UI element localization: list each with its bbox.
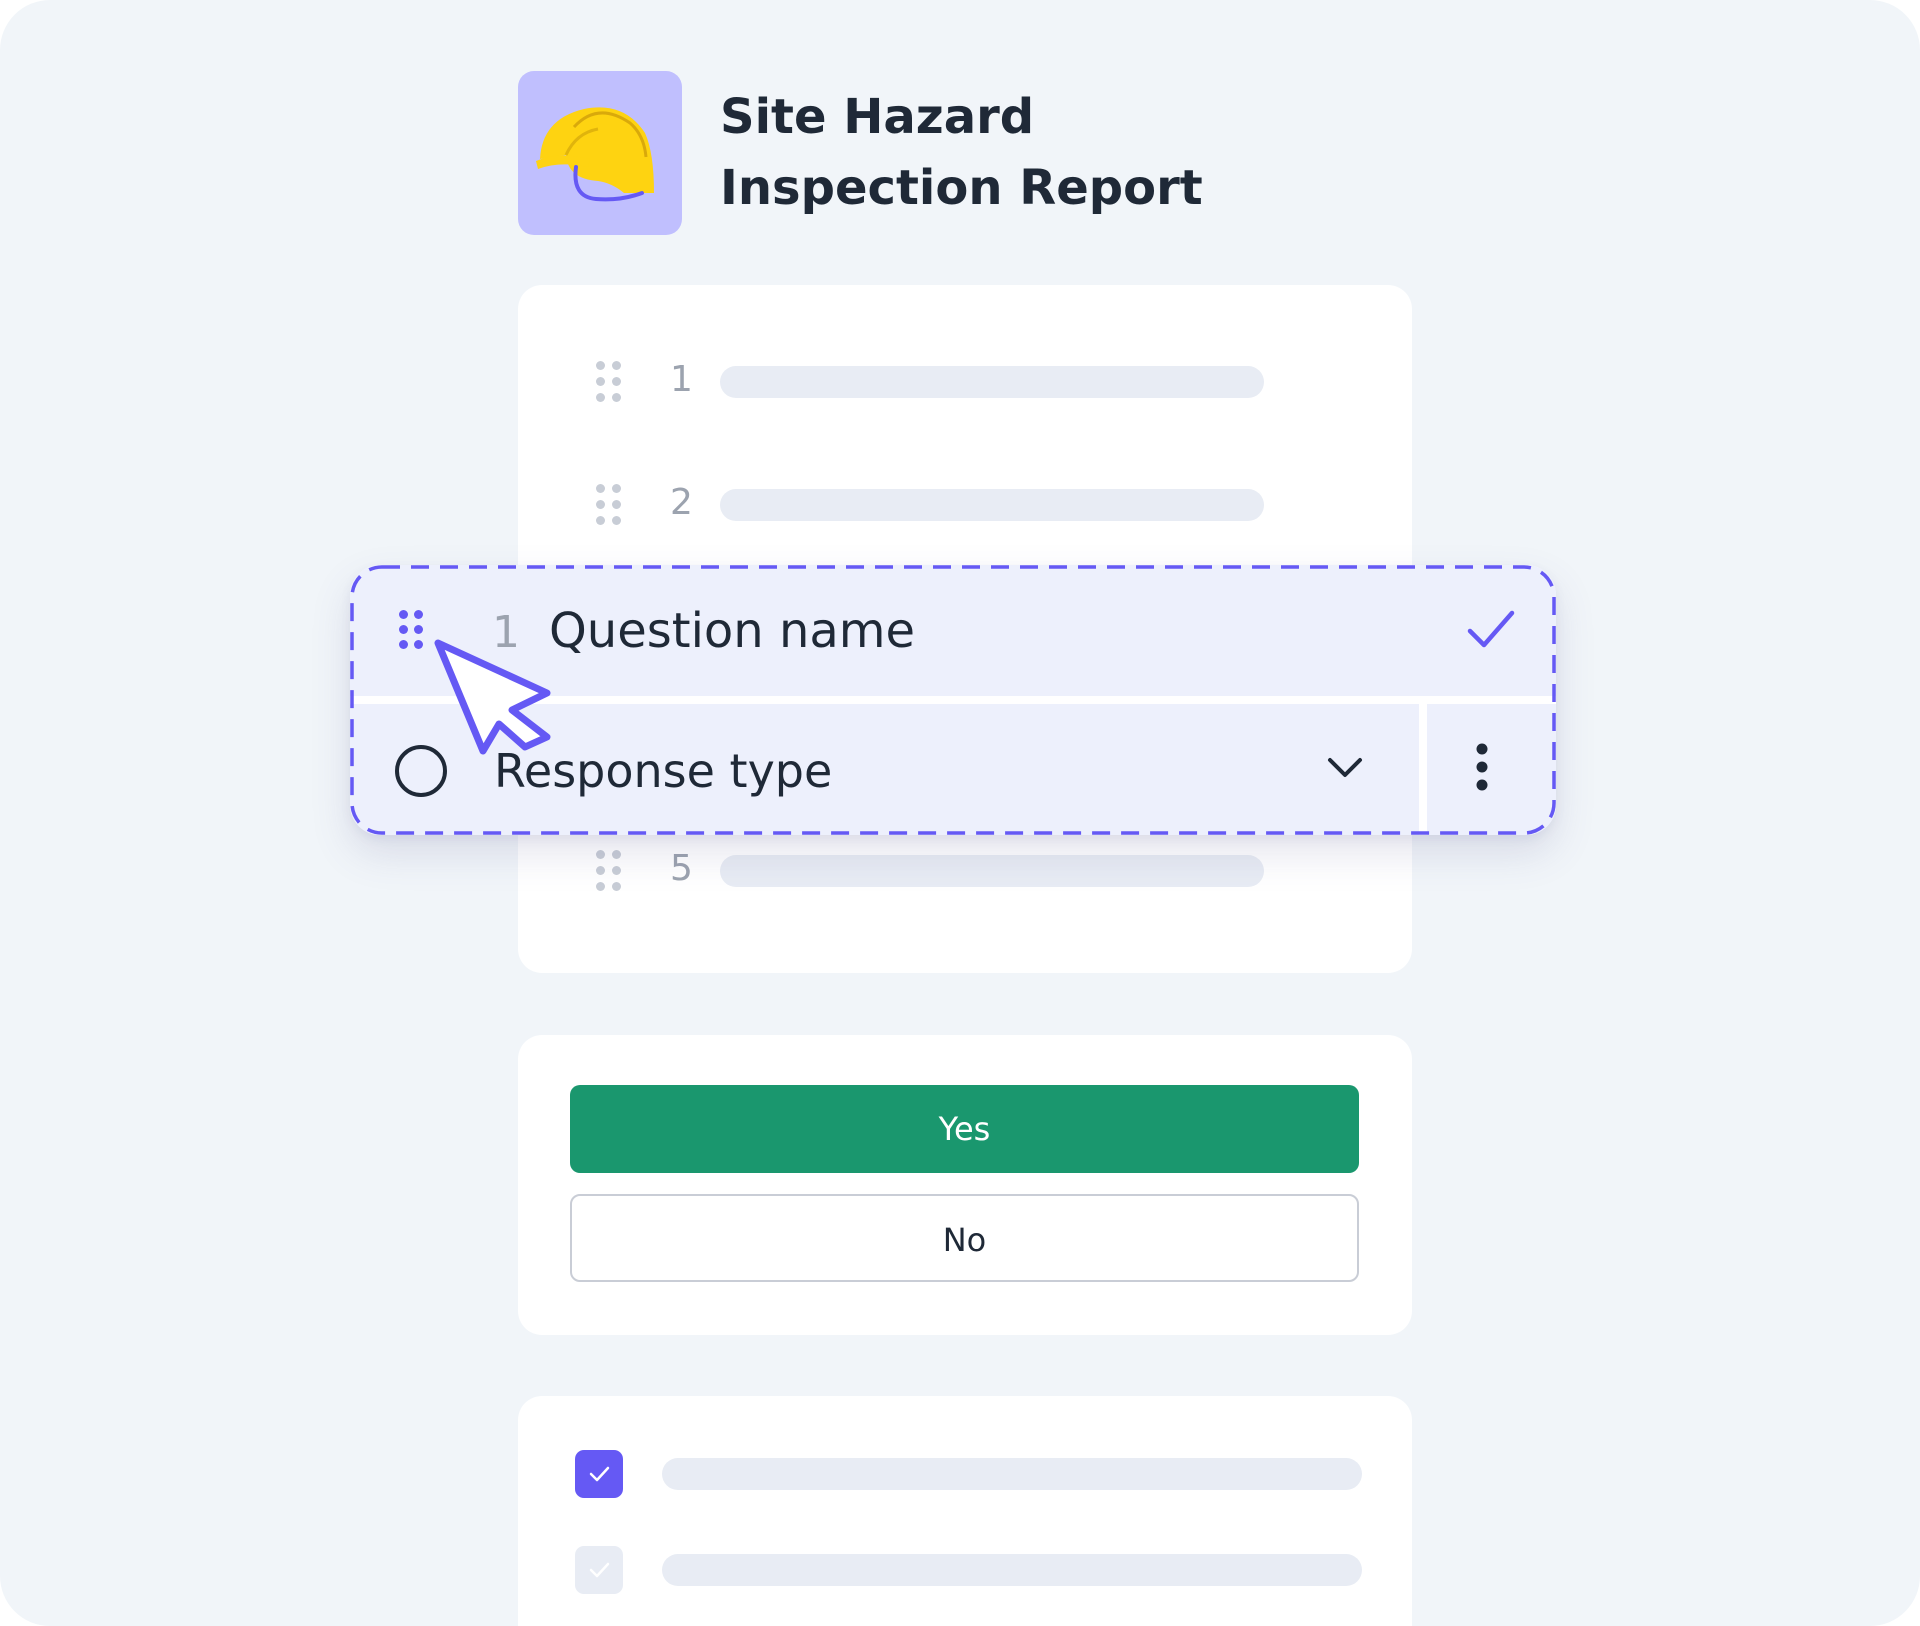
page-canvas: Site Hazard Inspection Report 1 2 5 Yes … bbox=[0, 0, 1920, 1626]
question-placeholder-bar bbox=[720, 855, 1264, 887]
drag-handle-icon[interactable] bbox=[596, 361, 624, 403]
drag-handle-icon[interactable] bbox=[596, 484, 624, 526]
yes-button[interactable]: Yes bbox=[570, 1085, 1359, 1173]
checklist-placeholder-bar bbox=[662, 1554, 1362, 1586]
drag-handle-icon[interactable] bbox=[399, 610, 425, 650]
more-options-cell[interactable] bbox=[1427, 704, 1556, 835]
more-options-icon[interactable] bbox=[1475, 741, 1489, 797]
hard-hat-icon bbox=[536, 107, 654, 202]
checklist-placeholder-bar bbox=[662, 1458, 1362, 1490]
question-number: 5 bbox=[670, 848, 693, 889]
checkmark-icon bbox=[589, 1466, 610, 1482]
question-row[interactable]: 2 bbox=[518, 474, 1412, 534]
question-number: 1 bbox=[670, 359, 693, 400]
question-row[interactable]: 1 bbox=[518, 351, 1412, 411]
question-placeholder-bar bbox=[720, 489, 1264, 521]
question-name-input[interactable]: Question name bbox=[549, 601, 915, 661]
no-button[interactable]: No bbox=[570, 1194, 1359, 1282]
response-options-card: Yes No bbox=[518, 1035, 1412, 1335]
page-title: Site Hazard Inspection Report bbox=[720, 82, 1320, 224]
question-placeholder-bar bbox=[720, 366, 1264, 398]
title-line-2: Inspection Report bbox=[720, 160, 1203, 216]
app-icon bbox=[518, 71, 682, 235]
question-row[interactable]: 5 bbox=[518, 840, 1412, 900]
drag-handle-icon[interactable] bbox=[596, 850, 624, 892]
question-number: 2 bbox=[670, 482, 693, 523]
check-icon[interactable] bbox=[1466, 605, 1516, 655]
checkbox-unchecked[interactable] bbox=[575, 1546, 623, 1594]
checklist-card bbox=[518, 1396, 1412, 1626]
checkmark-icon bbox=[589, 1562, 610, 1578]
cursor-arrow-icon bbox=[434, 639, 551, 755]
chevron-down-icon[interactable] bbox=[1325, 752, 1365, 782]
title-line-1: Site Hazard bbox=[720, 89, 1035, 145]
checkbox-checked[interactable] bbox=[575, 1450, 623, 1498]
